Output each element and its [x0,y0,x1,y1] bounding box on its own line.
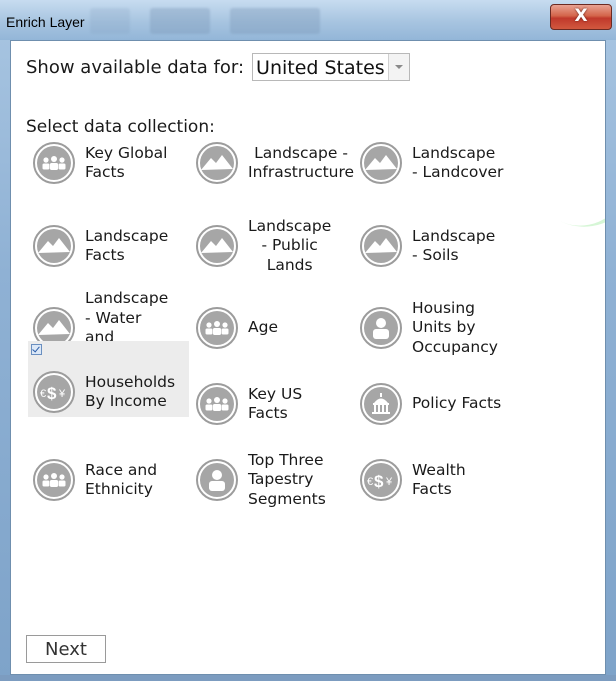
collection-item[interactable]: Landscape - Soils [360,211,520,281]
person-icon [360,307,402,349]
collection-item[interactable]: Age [196,289,356,367]
people-icon [33,142,75,184]
currency-icon: € $ ¥ [33,371,75,413]
collection-item[interactable]: Race and Ethnicity [33,445,193,515]
landscape-icon [196,142,238,184]
svg-text:€: € [367,476,373,488]
collection-item[interactable]: Landscape - Landcover [360,133,520,193]
chevron-down-icon[interactable] [387,54,409,80]
collection-item[interactable]: Key US Facts [196,367,356,441]
collection-label: Landscape - Soils [412,226,496,265]
svg-text:€: € [40,388,46,400]
person-icon [196,459,238,501]
taskbar-strip [0,675,616,681]
selected-checkbox[interactable] [31,344,42,355]
people-icon [196,307,238,349]
collection-item[interactable]: Housing Units by Occupancy [360,289,520,367]
landscape-icon [196,225,238,267]
collection-item[interactable]: Top Three Tapestry Segments [196,445,356,515]
title-bar[interactable]: Enrich Layer X [0,0,616,40]
collection-label: Landscape Facts [85,226,169,265]
collection-label: Race and Ethnicity [85,460,158,499]
landscape-icon [360,225,402,267]
currency-icon: € $ ¥ [360,459,402,501]
window-title: Enrich Layer [6,14,85,30]
close-button[interactable]: X [550,4,612,30]
collection-label: Landscape - Landcover [412,143,504,182]
collection-label: Key US Facts [248,384,303,423]
people-icon [33,459,75,501]
show-label: Show available data for: [26,56,245,78]
collection-label: Key Global Facts [85,143,168,182]
collection-item[interactable]: € $ ¥ Households By Income [28,341,189,417]
svg-text:¥: ¥ [58,388,66,400]
capitol-icon [360,383,402,425]
collection-item[interactable]: Policy Facts [360,367,520,441]
collection-item[interactable]: Landscape - Public Lands [196,211,356,281]
dialog-content: Show available data for: United States S… [10,40,606,675]
collection-label: Wealth Facts [412,460,466,499]
collection-label: Top Three Tapestry Segments [248,450,326,508]
landscape-icon [33,225,75,267]
close-icon: X [574,6,588,26]
collection-label: Housing Units by Occupancy [412,298,498,356]
background-blur [230,8,320,34]
dialog-window: Enrich Layer X Show available data for: … [0,0,616,681]
svg-text:$: $ [47,384,57,403]
country-dropdown[interactable]: United States [252,53,410,81]
people-icon [196,383,238,425]
collection-label: Households By Income [85,372,176,411]
collection-item[interactable]: Landscape Facts [33,211,193,281]
collection-item[interactable]: € $ ¥ Wealth Facts [360,445,520,515]
svg-text:$: $ [374,472,384,491]
decorative-arc [550,117,605,245]
landscape-icon [360,142,402,184]
country-row: Show available data for: United States [26,53,410,81]
svg-text:¥: ¥ [385,476,393,488]
collection-label: Landscape - Public Lands [248,216,332,274]
collection-label: Age [248,318,278,337]
next-button[interactable]: Next [26,635,106,663]
collection-label: Landscape - Infrastructure [248,143,355,182]
background-blur [150,8,210,34]
collection-item[interactable]: Key Global Facts [33,133,193,193]
collection-label: Policy Facts [412,394,502,413]
country-value: United States [256,57,385,79]
collection-item[interactable]: Landscape - Infrastructure [196,133,356,193]
background-blur [90,8,130,34]
